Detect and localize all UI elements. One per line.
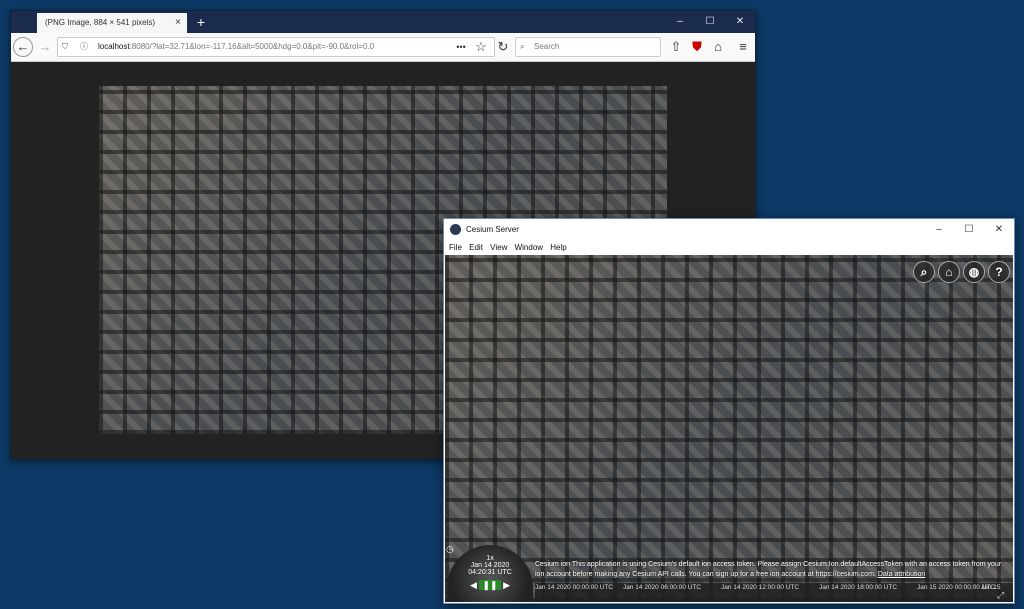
cesium-map[interactable]: ⌕ ⌂ ◍ ? ◷ 1x Jan 14 2020 04:20:31 UTC ◀ …: [445, 255, 1013, 602]
menu-icon[interactable]: ≡: [733, 37, 753, 57]
help-icon[interactable]: ?: [988, 261, 1010, 283]
browser-tab[interactable]: (PNG Image, 884 × 541 pixels) ×: [37, 13, 187, 33]
minimize-button[interactable]: –: [665, 11, 695, 33]
menu-edit[interactable]: Edit: [469, 241, 483, 255]
menu-help[interactable]: Help: [550, 241, 566, 255]
play-reverse-icon[interactable]: ◀: [470, 580, 477, 590]
ublock-icon[interactable]: ⛊: [687, 37, 707, 57]
minimize-button[interactable]: –: [924, 219, 954, 241]
url-path: :8080/?lat=32.71&lon=-117.16&alt=5000&hd…: [129, 42, 375, 51]
search-icon: ⌕: [520, 42, 525, 51]
menu-window[interactable]: Window: [515, 241, 543, 255]
fullscreen-icon[interactable]: ⤢: [997, 590, 1004, 601]
animation-widget[interactable]: ◷ 1x Jan 14 2020 04:20:31 UTC ◀ ❚❚ ▶: [446, 544, 533, 602]
menu-view[interactable]: View: [490, 241, 507, 255]
search-input[interactable]: ⌕ Search: [515, 37, 661, 57]
forward-icon[interactable]: →: [35, 37, 55, 57]
credits-line-2: ion account before making any Cesium API…: [535, 571, 876, 578]
home-icon[interactable]: ⌂: [708, 37, 728, 57]
maximize-button[interactable]: ☐: [695, 11, 725, 33]
url-host: localhost: [98, 42, 130, 51]
app-icon: [450, 224, 461, 235]
search-placeholder: Search: [534, 42, 560, 51]
cesium-window: Cesium Server – ☐ ✕ File Edit View Windo…: [443, 218, 1015, 604]
search-icon[interactable]: ⌕: [913, 261, 935, 283]
anim-speed: 1x: [486, 555, 494, 562]
new-tab-button[interactable]: +: [191, 11, 211, 33]
clock-icon: ◷: [446, 544, 454, 554]
nav-bar: ← → ⛉ ⓘ localhost:8080/?lat=32.71&lon=-1…: [11, 33, 755, 62]
globe-icon[interactable]: ◍: [963, 261, 985, 283]
tab-close-icon[interactable]: ×: [175, 13, 181, 33]
close-button[interactable]: ✕: [725, 11, 755, 33]
title-bar: Cesium Server – ☐ ✕: [444, 219, 1014, 241]
url-bar[interactable]: ⛉ ⓘ localhost:8080/?lat=32.71&lon=-117.1…: [57, 37, 495, 57]
window-title: Cesium Server: [466, 225, 519, 234]
maximize-button[interactable]: ☐: [954, 219, 984, 241]
play-forward-icon[interactable]: ▶: [503, 580, 510, 590]
reload-icon[interactable]: ↻: [493, 37, 513, 57]
timeline-label: Jan 14 2020 12:00:00 UTC: [721, 584, 800, 591]
timeline-label: Jan 14 2020 00:00:00 UTC: [535, 584, 614, 591]
library-icon[interactable]: ⇧: [666, 37, 686, 57]
menu-bar: File Edit View Window Help: [444, 241, 1014, 255]
pause-icon[interactable]: ❚❚: [479, 580, 501, 590]
timeline[interactable]: Jan 14 2020 00:00:00 UTC Jan 14 2020 06:…: [535, 583, 1013, 602]
tab-title: (PNG Image, 884 × 541 pixels): [45, 18, 156, 27]
timeline-label: Jan 14 2020 18:00:00 UTC: [819, 584, 898, 591]
page-actions-button[interactable]: •••: [451, 37, 471, 57]
menu-file[interactable]: File: [449, 241, 462, 255]
anim-time: 04:20:31 UTC: [468, 569, 512, 576]
anim-date: Jan 14 2020: [470, 562, 510, 569]
timeline-label: Jan 14 2020 06:00:00 UTC: [623, 584, 702, 591]
credits: Cesium ion This application is using Ces…: [535, 560, 1005, 580]
tab-bar: (PNG Image, 884 × 541 pixels) × + – ☐ ✕: [11, 11, 755, 33]
back-icon[interactable]: ←: [13, 37, 33, 57]
credits-line-1: Cesium ion This application is using Ces…: [535, 561, 1002, 568]
close-button[interactable]: ✕: [984, 219, 1014, 241]
data-attribution-link[interactable]: Data attribution: [878, 571, 925, 578]
bookmark-star-icon[interactable]: ☆: [471, 37, 491, 57]
info-icon: ⓘ: [80, 42, 88, 51]
home-icon[interactable]: ⌂: [938, 261, 960, 283]
shield-icon: ⛉: [62, 42, 68, 51]
